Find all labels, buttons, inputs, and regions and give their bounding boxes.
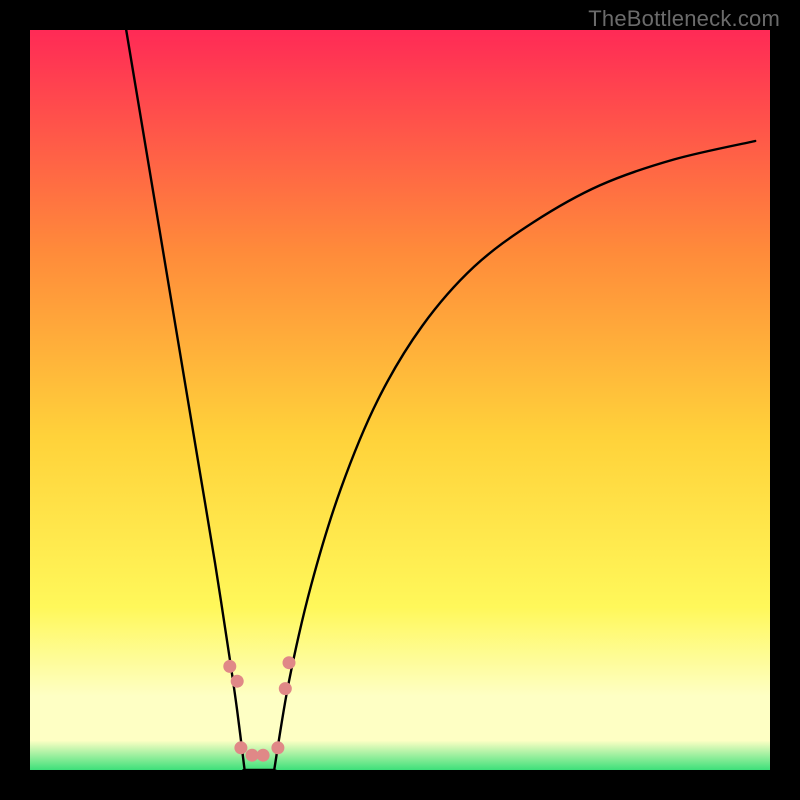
plot-background	[30, 30, 770, 770]
data-dot	[231, 675, 244, 688]
bottleneck-chart	[0, 0, 800, 800]
data-dot	[283, 656, 296, 669]
data-dot	[223, 660, 236, 673]
data-dot	[279, 682, 292, 695]
data-dot	[234, 741, 247, 754]
chart-frame: TheBottleneck.com	[0, 0, 800, 800]
data-dot	[271, 741, 284, 754]
data-dot	[246, 749, 259, 762]
data-dot	[257, 749, 270, 762]
watermark-label: TheBottleneck.com	[588, 6, 780, 32]
